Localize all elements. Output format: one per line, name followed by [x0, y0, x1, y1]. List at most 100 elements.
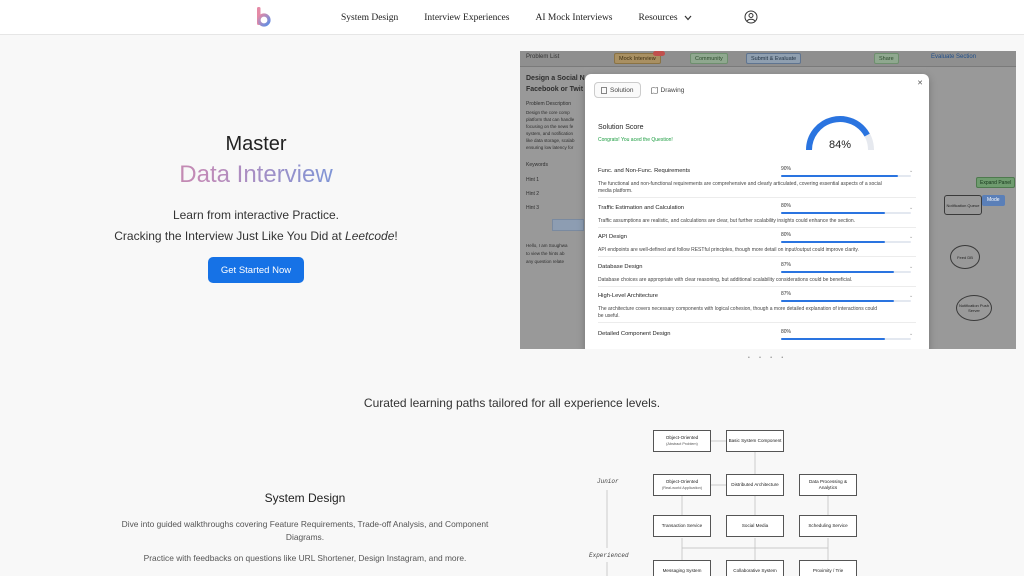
row-divider — [598, 197, 916, 198]
user-icon[interactable] — [744, 10, 758, 24]
score-row-bar — [781, 212, 911, 214]
path-node-title: Proximity / Trie — [812, 568, 844, 573]
path-node-title: Distributed Architecture — [731, 482, 779, 487]
nav-resources-label: Resources — [638, 12, 678, 23]
score-row-description: API endpoints are well-defined and follo… — [598, 247, 859, 253]
path-node[interactable]: Object-Oriented (Abstract Problem) — [653, 430, 711, 452]
chevron-down-icon[interactable]: ⌄ — [909, 168, 913, 174]
mode-button: Mode — [982, 195, 1005, 206]
score-row-bar — [781, 241, 911, 243]
path-node-title: Social Media — [741, 523, 769, 528]
chevron-down-icon — [684, 15, 692, 20]
problem-desc-line: platform that can handle — [526, 117, 575, 122]
path-node-subtitle: (Real-world Application) — [661, 486, 703, 490]
ghost-button — [552, 219, 584, 231]
tab-drawing-label: Drawing — [660, 86, 685, 94]
score-row-percent: 90% — [781, 166, 792, 172]
score-row-name: Traffic Estimation and Calculation — [598, 205, 685, 211]
score-row-bar — [781, 300, 911, 302]
score-row-bar — [781, 338, 911, 340]
problem-title-1: Design a Social N — [526, 75, 585, 82]
score-row-percent: 87% — [781, 291, 792, 297]
score-row-percent: 80% — [781, 329, 792, 335]
nav-system-design[interactable]: System Design — [341, 13, 398, 23]
score-row-bar-fill — [781, 212, 885, 214]
path-node[interactable]: Transaction Service — [653, 515, 711, 537]
score-row-description: Traffic assumptions are realistic, and c… — [598, 218, 856, 224]
chevron-down-icon[interactable]: ⌄ — [909, 264, 913, 270]
score-row-bar — [781, 175, 911, 177]
problem-list-label: Problem List — [526, 54, 560, 60]
diagram-node: Notification Push Server — [956, 295, 992, 321]
path-node-title: Messaging System — [662, 568, 702, 573]
score-row-percent: 80% — [781, 232, 792, 238]
hero-sub2-text: Cracking the Interview Just Like You Did… — [114, 229, 346, 243]
product-preview: Problem List Mock Interview Community Su… — [520, 51, 1016, 349]
hero-master: Master — [225, 133, 287, 155]
map-icon — [650, 86, 658, 94]
path-node[interactable]: Distributed Architecture — [726, 474, 784, 496]
path-node[interactable]: Object-Oriented (Real-world Application) — [653, 474, 711, 496]
path-node[interactable]: Proximity / Trie — [799, 560, 857, 576]
problem-desc-heading: Problem Description — [526, 101, 572, 107]
diagram-node: Notification Queue — [944, 195, 982, 215]
nav-interview-experiences[interactable]: Interview Experiences — [424, 13, 509, 23]
score-message: Congrats! You aced the Question! — [598, 137, 673, 143]
chevron-down-icon[interactable]: ⌄ — [909, 234, 913, 240]
nav-ai-mock-interviews[interactable]: AI Mock Interviews — [535, 13, 612, 23]
path-node-title: Transaction Service — [661, 523, 703, 528]
get-started-button[interactable]: Get Started Now — [208, 257, 304, 283]
path-node[interactable]: Collaborative System — [726, 560, 784, 576]
path-node-title: Data Processing & Analytics — [808, 479, 848, 490]
score-row-name: High-Level Architecture — [598, 293, 658, 299]
problem-desc-line: ensuring low latency for — [526, 145, 574, 150]
chevron-down-icon[interactable]: ⌄ — [909, 293, 913, 299]
path-node[interactable]: Scheduling Service — [799, 515, 857, 537]
chevron-down-icon[interactable]: ⌄ — [909, 331, 913, 337]
path-node-title: Collaborative System — [733, 568, 777, 573]
path-node[interactable]: Social Media — [726, 515, 784, 537]
score-row-description: The architecture covers necessary compon… — [598, 306, 878, 312]
score-row-name: Database Design — [598, 264, 643, 270]
preview-canvas-pane: Expand Panel Mode Notification Queue Fee… — [926, 67, 1016, 349]
score-row-percent: 80% — [781, 203, 792, 209]
carousel-dots[interactable]: • • • • — [748, 355, 787, 361]
close-icon[interactable]: ✕ — [917, 79, 923, 87]
path-node[interactable]: Messaging System — [653, 560, 711, 576]
new-badge — [653, 51, 665, 56]
problem-desc-line: focusing on the news fe — [526, 124, 574, 129]
score-row-description: Database choices are appropriate with cl… — [598, 277, 853, 283]
chat-line: any question relate — [526, 259, 565, 264]
expand-panel-button: Expand Panel — [976, 177, 1016, 188]
tab-solution[interactable]: Solution — [594, 82, 641, 98]
hero-sub2-suffix: ! — [394, 229, 398, 243]
path-node-title: Basic System Component — [728, 438, 782, 443]
submit-evaluate-button: Submit & Evaluate — [746, 53, 802, 64]
share-button: Share — [874, 53, 899, 64]
path-node[interactable]: Basic System Component — [726, 430, 784, 452]
logo-icon[interactable] — [255, 7, 271, 27]
chat-line: to view the hints ab — [526, 251, 565, 256]
path-node-title: Scheduling Service — [808, 523, 848, 528]
score-title: Solution Score — [598, 124, 644, 131]
system-design-desc-1: Dive into guided walkthroughs covering F… — [0, 518, 610, 544]
keywords-label: Keywords — [526, 162, 548, 168]
nav-resources[interactable]: Resources — [639, 13, 692, 23]
top-nav: System Design Interview Experiences AI M… — [0, 0, 1024, 35]
chat-line: Hello, I am Soughwa — [526, 243, 568, 248]
hint-2: Hint 2 — [526, 191, 540, 197]
system-design-title: System Design — [264, 491, 346, 505]
system-design-desc-1-text: Dive into guided walkthroughs covering F… — [121, 519, 489, 542]
level-junior: Junior — [597, 478, 619, 485]
score-row-bar-fill — [781, 175, 898, 177]
score-row-name: Func. and Non-Func. Requirements — [598, 168, 691, 174]
score-row-bar-fill — [781, 300, 895, 302]
score-row-bar-fill — [781, 241, 885, 243]
level-experienced: Experienced — [589, 552, 629, 559]
chevron-down-icon[interactable]: ⌄ — [909, 205, 913, 211]
path-node[interactable]: Data Processing & Analytics — [799, 474, 857, 496]
tab-drawing[interactable]: Drawing — [645, 82, 691, 98]
document-icon — [601, 86, 607, 94]
path-node-subtitle: (Abstract Problem) — [666, 442, 698, 446]
curated-heading: Curated learning paths tailored for all … — [363, 396, 661, 410]
